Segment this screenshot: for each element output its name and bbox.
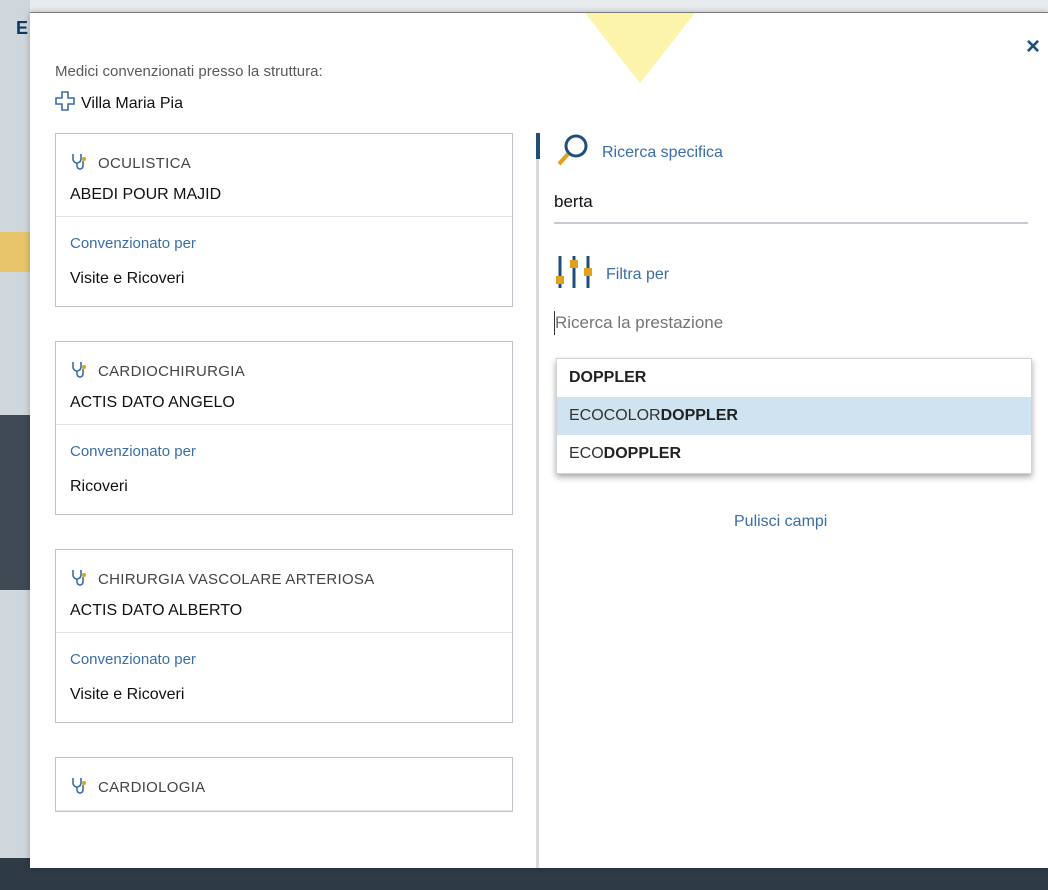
doctor-name: ABEDI POUR MAJID xyxy=(70,186,222,203)
doctor-card[interactable]: CARDIOLOGIA xyxy=(55,757,513,812)
doctor-card[interactable]: CARDIOCHIRURGIA ACTIS DATO ANGELO Conven… xyxy=(55,341,513,515)
search-panel: Ricerca specifica Filtra per DOPPLER ECO… xyxy=(554,133,1032,530)
close-button[interactable]: × xyxy=(1026,35,1040,59)
stethoscope-icon xyxy=(70,152,90,174)
specialty-label: CARDIOCHIRURGIA xyxy=(98,362,246,380)
background-band xyxy=(0,415,30,590)
search-input[interactable] xyxy=(554,188,1028,224)
doctors-list[interactable]: OCULISTICA ABEDI POUR MAJID Convenzionat… xyxy=(55,133,520,868)
doctor-name: ACTIS DATO ALBERTO xyxy=(70,602,243,619)
sliders-icon xyxy=(554,254,594,295)
clear-fields-link[interactable]: Pulisci campi xyxy=(734,513,827,531)
facility-label: Villa Maria Pia xyxy=(81,94,183,112)
scrollbar-track[interactable] xyxy=(536,133,539,868)
stethoscope-icon xyxy=(70,360,90,382)
dropdown-option[interactable]: DOPPLER xyxy=(557,359,1031,397)
dropdown-option[interactable]: ECODOPPLER xyxy=(557,435,1031,473)
specialty-row: OCULISTICA xyxy=(70,152,498,174)
convention-type: Ricoveri xyxy=(70,478,128,495)
specialty-row: CHIRURGIA VASCOLARE ARTERIOSA xyxy=(70,568,498,590)
convention-type: Visite e Ricoveri xyxy=(70,686,185,703)
specialty-label: CHIRURGIA VASCOLARE ARTERIOSA xyxy=(98,570,375,588)
specialty-label: OCULISTICA xyxy=(98,154,192,172)
search-heading: Ricerca specifica xyxy=(556,133,1029,172)
stethoscope-icon xyxy=(70,776,90,798)
modal-intro: Medici convenzionati presso la struttura… xyxy=(55,63,323,80)
pointer-highlight xyxy=(585,13,695,83)
scrollbar-thumb[interactable] xyxy=(536,133,540,159)
specialty-label: CARDIOLOGIA xyxy=(98,778,206,796)
background-logo-fragment: E xyxy=(16,18,29,38)
doctor-card[interactable]: CHIRURGIA VASCOLARE ARTERIOSA ACTIS DATO… xyxy=(55,549,513,723)
prestazione-input[interactable] xyxy=(554,311,1029,335)
convention-label: Convenzionato per xyxy=(70,443,196,460)
filter-heading-label: Filtra per xyxy=(606,265,670,283)
medical-cross-icon xyxy=(55,91,75,116)
dropdown-option[interactable]: ECOCOLORDOPPLER xyxy=(557,397,1031,435)
doctor-name: ACTIS DATO ANGELO xyxy=(70,394,235,411)
convention-type: Visite e Ricoveri xyxy=(70,270,185,287)
filter-heading: Filtra per xyxy=(554,254,1029,295)
stethoscope-icon xyxy=(70,568,90,590)
doctors-modal: × Medici convenzionati presso la struttu… xyxy=(30,12,1048,868)
facility-name: Villa Maria Pia xyxy=(55,91,183,116)
search-icon xyxy=(556,133,590,172)
prestazione-dropdown[interactable]: DOPPLER ECOCOLORDOPPLER ECODOPPLER xyxy=(556,358,1032,474)
convention-label: Convenzionato per xyxy=(70,235,196,252)
specialty-row: CARDIOCHIRURGIA xyxy=(70,360,498,382)
search-heading-label: Ricerca specifica xyxy=(602,143,723,161)
specialty-row: CARDIOLOGIA xyxy=(70,776,498,798)
convention-label: Convenzionato per xyxy=(70,651,196,668)
doctor-card[interactable]: OCULISTICA ABEDI POUR MAJID Convenzionat… xyxy=(55,133,513,307)
background-band xyxy=(0,232,30,272)
